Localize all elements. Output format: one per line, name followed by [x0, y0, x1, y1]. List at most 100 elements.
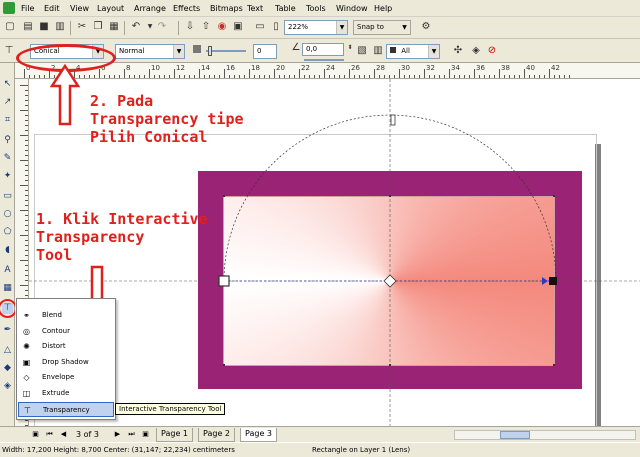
menu-bitmaps[interactable]: Bitmaps	[210, 3, 243, 14]
new-document-icon[interactable]: ▢	[4, 21, 16, 33]
menu-view[interactable]: View	[70, 3, 89, 14]
menu-edit[interactable]: Edit	[44, 3, 60, 14]
flyout-item-drop-shadow[interactable]: ▣ Drop Shadow	[18, 355, 114, 370]
chevron-down-icon[interactable]: ▼	[144, 21, 156, 33]
transparency-value-field[interactable]: 0	[253, 44, 277, 59]
menu-layout[interactable]: Layout	[97, 3, 124, 14]
menu-effects[interactable]: Effects	[173, 3, 200, 14]
menu-file[interactable]: File	[21, 3, 34, 14]
zoom-level-select[interactable]: 222% ▼	[284, 20, 348, 35]
ruler-tick-label: 8	[126, 64, 131, 72]
ruler-minor-tick	[459, 75, 460, 78]
spinner-icon[interactable]: ⬍	[344, 42, 356, 54]
horizontal-scrollbar[interactable]	[454, 430, 636, 440]
pick-tool-icon[interactable]: ↖	[2, 79, 13, 90]
ruler-minor-tick	[419, 75, 420, 78]
flyout-item-distort[interactable]: ✺ Distort	[18, 339, 114, 354]
options-icon[interactable]: ⚙	[420, 21, 432, 33]
shape-tool-icon[interactable]: ↗	[2, 97, 13, 108]
horizontal-ruler[interactable]: 0 2 4 6 8 10 12 14 16 18 20 22 24 26 28 30 32 34 36 38 40 42	[15, 63, 640, 79]
tab-page-2[interactable]: Page 2	[198, 428, 235, 442]
ruler-minor-tick	[389, 75, 390, 78]
ruler-tick-label: 26	[351, 64, 360, 72]
edit-transparency-icon[interactable]: ▧	[356, 45, 368, 57]
chevron-down-icon[interactable]: ▼	[173, 45, 184, 58]
undo-icon[interactable]: ↶	[130, 21, 142, 33]
last-page-icon[interactable]: ⏭	[126, 429, 137, 440]
flyout-item-contour[interactable]: ◎ Contour	[18, 324, 114, 339]
menu-window[interactable]: Window	[336, 3, 368, 14]
paste-icon[interactable]: ▦	[108, 21, 120, 33]
open-icon[interactable]: ▤	[22, 21, 34, 33]
flyout-item-envelope[interactable]: ◇ Envelope	[18, 370, 114, 385]
import-icon[interactable]: ⇩	[184, 21, 196, 33]
save-icon[interactable]: ■	[38, 21, 50, 33]
app-icon[interactable]	[3, 2, 15, 14]
flyout-item-label: Blend	[42, 311, 62, 319]
merge-mode-select[interactable]: Normal ▼	[115, 44, 185, 59]
cut-icon[interactable]: ✂	[76, 21, 88, 33]
snap-to-dropdown[interactable]: Snap to ▼	[353, 20, 411, 35]
previous-page-icon[interactable]: ◀	[58, 429, 69, 440]
add-page-icon[interactable]: ▣	[30, 429, 41, 440]
export-icon[interactable]: ⇧	[200, 21, 212, 33]
corel-logo-icon[interactable]: ◉	[216, 21, 228, 33]
ruler-minor-tick	[309, 75, 310, 78]
ruler-tick	[25, 265, 28, 266]
ruler-minor-tick	[319, 75, 320, 78]
rectangle-tool-icon[interactable]: ▭	[2, 191, 13, 202]
corel-online-icon[interactable]: ▯	[270, 21, 282, 33]
fill-tool-icon[interactable]: ◆	[2, 363, 13, 374]
tab-page-3[interactable]: Page 3	[240, 428, 277, 442]
ellipse-tool-icon[interactable]: ○	[2, 209, 13, 220]
flyout-item-label: Contour	[42, 326, 70, 335]
menu-help[interactable]: Help	[374, 3, 392, 14]
slider-thumb[interactable]	[208, 46, 212, 56]
basic-shapes-icon[interactable]: ◖	[2, 245, 13, 256]
crop-tool-icon[interactable]: ⌗	[2, 115, 13, 126]
menu-arrange[interactable]: Arrange	[134, 3, 166, 14]
table-tool-icon[interactable]: ▦	[2, 283, 13, 294]
center-handle	[383, 274, 397, 288]
flyout-item-blend[interactable]: ⚭ Blend	[18, 308, 114, 323]
ruler-minor-tick	[329, 75, 330, 78]
redo-icon[interactable]: ↷	[156, 21, 168, 33]
print-icon[interactable]: ▥	[54, 21, 66, 33]
add-page-end-icon[interactable]: ▣	[140, 429, 151, 440]
outline-tool-icon[interactable]: △	[2, 345, 13, 356]
next-page-icon[interactable]: ▶	[112, 429, 123, 440]
clear-transparency-icon[interactable]: ⊘	[486, 45, 498, 57]
edge-pad-slider[interactable]	[304, 59, 344, 61]
welcome-screen-icon[interactable]: ▭	[254, 21, 266, 33]
flyout-item-extrude[interactable]: ◫ Extrude	[18, 386, 114, 401]
ruler-minor-tick	[289, 75, 290, 78]
polygon-tool-icon[interactable]: ⬠	[2, 227, 13, 238]
interactive-fill-icon[interactable]: ◈	[2, 381, 13, 392]
smart-fill-icon[interactable]: ✦	[2, 171, 13, 182]
application-launcher-icon[interactable]: ▣	[232, 21, 244, 33]
menu-table[interactable]: Table	[275, 3, 296, 14]
chevron-down-icon[interactable]: ▼	[428, 45, 439, 58]
transparency-target-select[interactable]: All ▼	[386, 44, 440, 59]
menu-text[interactable]: Text	[247, 3, 263, 14]
freeze-icon[interactable]: ▥	[372, 45, 384, 57]
copy-transparency-icon[interactable]: ✣	[452, 45, 464, 57]
chevron-down-icon[interactable]: ▼	[399, 21, 410, 34]
chevron-down-icon[interactable]: ▼	[336, 21, 347, 34]
freeze-lock-icon[interactable]: ◈	[470, 45, 482, 57]
ruler-minor-tick	[494, 75, 495, 78]
tab-page-1[interactable]: Page 1	[156, 428, 193, 442]
scrollbar-thumb[interactable]	[500, 431, 530, 439]
eyedropper-tool-icon[interactable]: ✒	[2, 325, 13, 336]
flyout-item-transparency[interactable]: ⊤ Transparency	[18, 401, 114, 417]
menu-tools[interactable]: Tools	[306, 3, 326, 14]
angle-field[interactable]: 0,0	[302, 43, 344, 56]
copy-icon[interactable]: ❐	[92, 21, 104, 33]
ruler-tick	[25, 275, 28, 276]
text-tool-icon[interactable]: A	[2, 265, 13, 276]
first-page-icon[interactable]: ⏮	[44, 429, 55, 440]
zoom-level-value: 222%	[288, 23, 309, 31]
freehand-tool-icon[interactable]: ✎	[2, 153, 13, 164]
transparency-slider[interactable]	[206, 50, 246, 52]
zoom-tool-icon[interactable]: ⚲	[2, 135, 13, 146]
